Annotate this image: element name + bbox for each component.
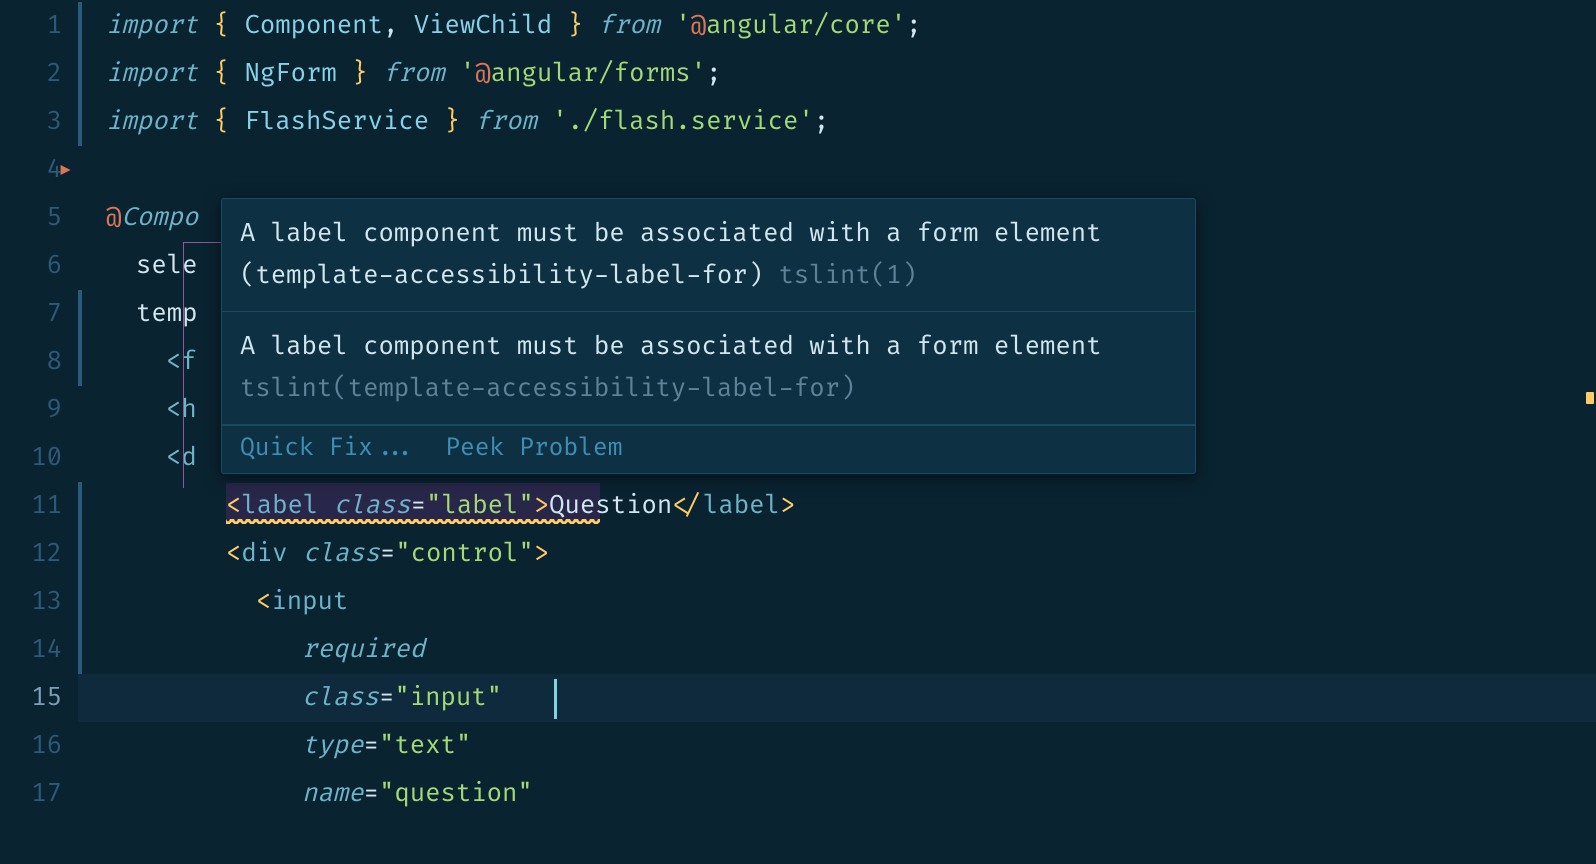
code-line[interactable]: <input xyxy=(78,578,1596,626)
code-line[interactable]: import { NgForm } from '@angular/forms'; xyxy=(78,50,1596,98)
warning-squiggly xyxy=(226,519,600,524)
code-line[interactable] xyxy=(78,146,1596,194)
diagnostic-source: tslint(template-accessibility-label-for) xyxy=(240,373,855,404)
line-number: 11 xyxy=(0,482,62,530)
diagnostic-hover-popup: A label component must be associated wit… xyxy=(221,198,1196,474)
line-number-gutter: 1 2 3 4 5 6 7 8 9 10 11 12 13 14 15 16 1… xyxy=(0,0,78,864)
code-line[interactable]: type="text" xyxy=(78,722,1596,770)
line-number: 10 xyxy=(0,434,62,482)
line-number: 1 xyxy=(0,2,62,50)
line-number: 9 xyxy=(0,386,62,434)
code-line[interactable]: import { FlashService } from './flash.se… xyxy=(78,98,1596,146)
line-number: 16 xyxy=(0,722,62,770)
text-cursor xyxy=(554,679,557,719)
peek-problem-action[interactable]: Peek Problem xyxy=(445,434,622,463)
line-number: 13 xyxy=(0,578,62,626)
line-number: 7 xyxy=(0,290,62,338)
line-number: 14 xyxy=(0,626,62,674)
code-line[interactable]: <div class="control"> xyxy=(78,530,1596,578)
line-number: 8 xyxy=(0,338,62,386)
code-line[interactable]: import { Component, ViewChild } from '@a… xyxy=(78,2,1596,50)
line-number: 17 xyxy=(0,770,62,818)
diagnostic-text: A label component must be associated wit… xyxy=(240,331,1102,362)
line-number: 12 xyxy=(0,530,62,578)
code-line[interactable]: required xyxy=(78,626,1596,674)
diagnostic-source: tslint(1) xyxy=(778,260,916,291)
line-number: 3 xyxy=(0,98,62,146)
line-number: 6 xyxy=(0,242,62,290)
diagnostic-text: A label component must be associated wit… xyxy=(240,218,1102,291)
overview-ruler-marker[interactable] xyxy=(1586,392,1594,404)
diagnostic-actions: Quick Fix... Peek Problem xyxy=(222,425,1195,473)
line-number: 15 xyxy=(0,674,62,722)
line-number: 2 xyxy=(0,50,62,98)
code-line[interactable]: class="input" xyxy=(78,674,1596,722)
quick-fix-action[interactable]: Quick Fix... xyxy=(240,434,417,463)
fold-marker-icon[interactable]: ▶ xyxy=(60,158,71,181)
diagnostic-message: A label component must be associated wit… xyxy=(222,199,1195,312)
line-number: 4 xyxy=(0,146,62,194)
diagnostic-message: A label component must be associated wit… xyxy=(222,312,1195,425)
line-number: 5 xyxy=(0,194,62,242)
code-line[interactable]: name="question" xyxy=(78,770,1596,818)
